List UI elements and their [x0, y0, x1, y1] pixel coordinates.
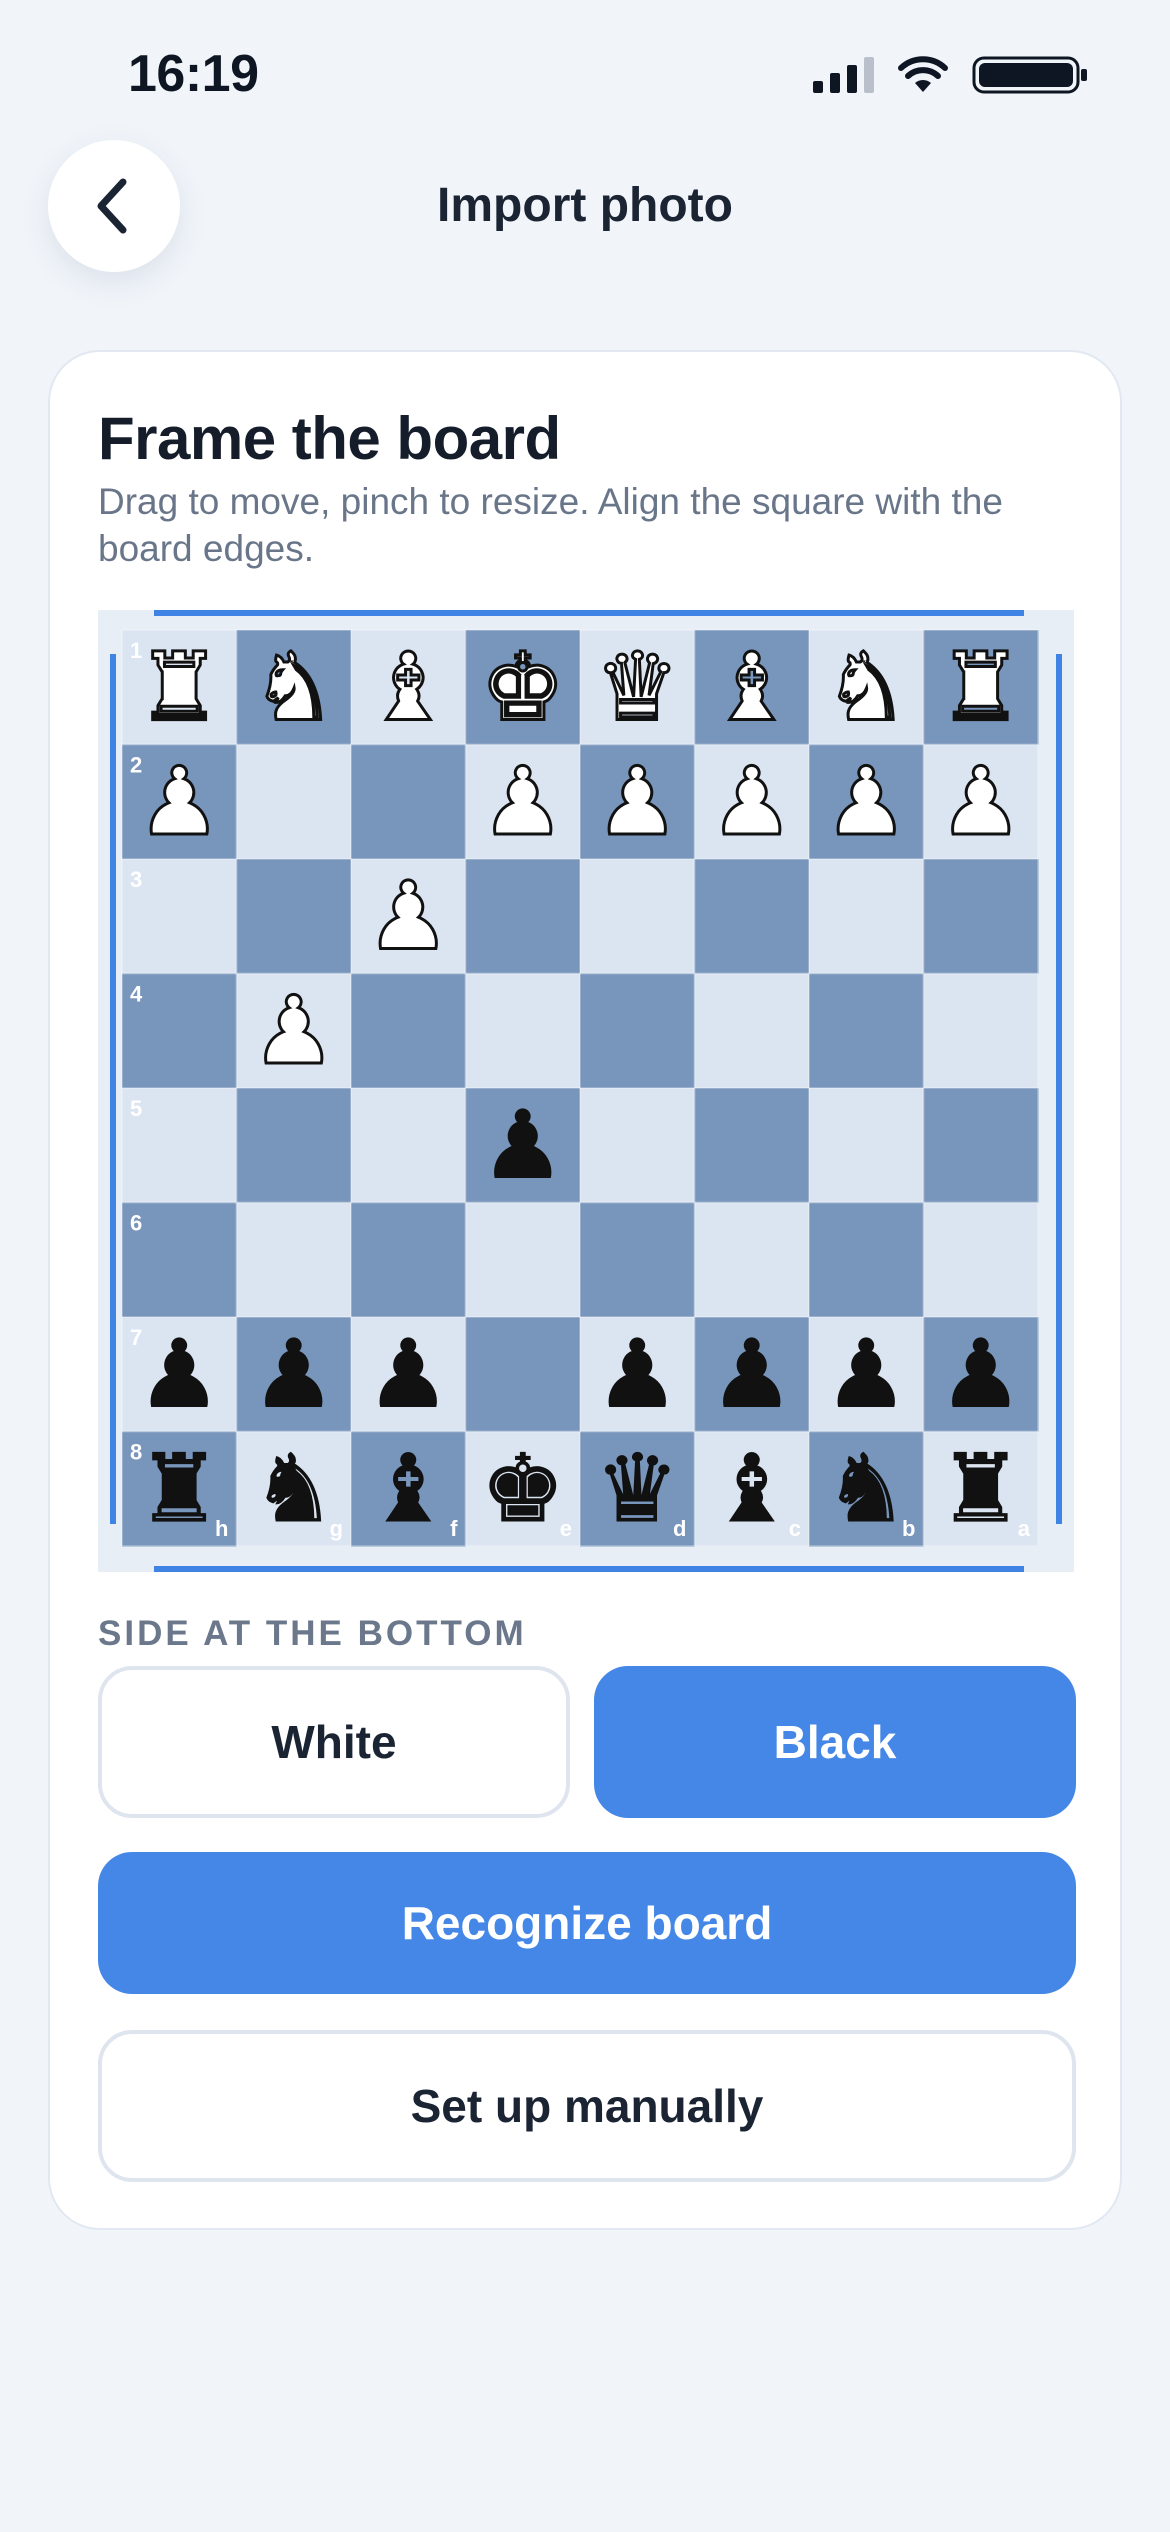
white-pawn-icon: ♟: [824, 748, 908, 857]
file-label: b: [902, 1516, 915, 1541]
crop-edge-left[interactable]: [110, 654, 116, 1524]
white-pawn-icon: ♟: [137, 748, 221, 857]
board-crop-area[interactable]: ♜ ♞ ♝ ♚ ♛ ♝ ♞ ♜ ♟ ♟ ♟ ♟ ♟ ♟ ♟ ♟ ♟ ♟ ♟ ♟ ♟ ♟ ♟ ♟ ♜ ♞ ♝ ♚ ♛ ♝ ♞ ♜ 1234567…: [98, 610, 1074, 1572]
rank-label: 1: [130, 638, 142, 663]
black-pawn-icon: ♟: [710, 1320, 794, 1429]
board-square: [923, 973, 1039, 1089]
black-knight-icon: ♞: [252, 1435, 336, 1544]
board-photo[interactable]: ♜ ♞ ♝ ♚ ♛ ♝ ♞ ♜♟ ♟ ♟ ♟ ♟ ♟♟♟♟♟ ♟ ♟ ♟ ♟ ♟ ♟♜ ♞ ♝ ♚ ♛ ♝ ♞ ♜ 1234567…: [98, 610, 1074, 1572]
board-square: [694, 973, 810, 1089]
white-pawn-icon: ♟: [595, 748, 679, 857]
side-black-button[interactable]: Black: [594, 1666, 1076, 1818]
recognize-board-button[interactable]: Recognize board: [98, 1852, 1076, 1994]
status-icons: [813, 56, 1090, 94]
crop-edge-right[interactable]: [1056, 654, 1062, 1524]
wifi-icon: [898, 56, 948, 92]
setup-manually-button[interactable]: Set up manually: [98, 2030, 1076, 2182]
white-pawn-icon: ♟: [710, 748, 794, 857]
board-square: [351, 1088, 467, 1204]
black-bishop-icon: ♝: [366, 1435, 450, 1544]
black-bishop-icon: ♝: [710, 1435, 794, 1544]
board-square: [465, 1317, 581, 1433]
crop-edge-top[interactable]: [154, 610, 1024, 616]
board-square: [465, 859, 581, 975]
file-label: a: [1018, 1516, 1031, 1541]
white-pawn-icon: ♟: [252, 977, 336, 1086]
frame-card: Frame the board Drag to move, pinch to r…: [48, 350, 1122, 2230]
file-label: d: [673, 1516, 686, 1541]
white-knight-icon: ♞: [252, 633, 336, 742]
white-pawn-icon: ♟: [366, 862, 450, 971]
white-queen-icon: ♛: [595, 633, 679, 742]
white-bishop-icon: ♝: [366, 633, 450, 742]
card-title: Frame the board: [98, 405, 561, 472]
white-pawn-icon: ♟: [939, 748, 1023, 857]
cellular-signal-icon: [813, 57, 874, 93]
board-square: [923, 1202, 1039, 1318]
board-square: [236, 1202, 352, 1318]
board-square: [809, 1088, 925, 1204]
black-pawn-icon: ♟: [252, 1320, 336, 1429]
side-selector-label: SIDE AT THE BOTTOM: [98, 1614, 527, 1653]
board-square: [351, 973, 467, 1089]
rank-label: 2: [130, 753, 142, 778]
rank-label: 7: [130, 1325, 142, 1350]
file-label: f: [450, 1516, 458, 1541]
board-square: [694, 1202, 810, 1318]
white-pawn-icon: ♟: [481, 748, 565, 857]
black-king-icon: ♚: [481, 1435, 565, 1544]
file-label: e: [560, 1516, 572, 1541]
status-time: 16:19: [128, 45, 259, 103]
page-title: Import photo: [437, 179, 733, 232]
black-rook-icon: ♜: [137, 1435, 221, 1544]
file-label: g: [330, 1516, 343, 1541]
white-king-icon: ♚: [481, 633, 565, 742]
board-square: [580, 859, 696, 975]
board-square: [694, 1088, 810, 1204]
board-square: [580, 1202, 696, 1318]
board-square: [236, 859, 352, 975]
battery-icon: [972, 56, 1087, 94]
rank-label: 6: [130, 1211, 142, 1236]
board-square: [923, 1088, 1039, 1204]
board-square: [809, 1202, 925, 1318]
file-label: c: [789, 1516, 801, 1541]
board-square: [694, 859, 810, 975]
board-square: [580, 1088, 696, 1204]
board-square: [580, 973, 696, 1089]
black-queen-icon: ♛: [595, 1435, 679, 1544]
white-rook-icon: ♜: [137, 633, 221, 742]
card-subtitle: Drag to move, pinch to resize. Align the…: [98, 481, 1003, 569]
side-white-button[interactable]: White: [98, 1666, 570, 1818]
black-pawn-icon: ♟: [366, 1320, 450, 1429]
black-pawn-icon: ♟: [939, 1320, 1023, 1429]
file-label: h: [215, 1516, 228, 1541]
black-pawn-icon: ♟: [137, 1320, 221, 1429]
board-square: [236, 1088, 352, 1204]
black-pawn-icon: ♟: [595, 1320, 679, 1429]
board-square: [351, 1202, 467, 1318]
board-square: [809, 973, 925, 1089]
white-bishop-icon: ♝: [710, 633, 794, 742]
black-pawn-icon: ♟: [824, 1320, 908, 1429]
board-square: [923, 859, 1039, 975]
white-rook-icon: ♜: [939, 633, 1023, 742]
board-square: [236, 744, 352, 860]
board-square: [465, 1202, 581, 1318]
header: Import photo: [0, 140, 1170, 280]
board-square: [465, 973, 581, 1089]
rank-label: 3: [130, 867, 142, 892]
black-knight-icon: ♞: [824, 1435, 908, 1544]
board-square: [351, 744, 467, 860]
white-knight-icon: ♞: [824, 633, 908, 742]
crop-edge-bottom[interactable]: [154, 1566, 1024, 1572]
rank-label: 8: [130, 1440, 142, 1465]
rank-label: 4: [130, 982, 143, 1007]
black-rook-icon: ♜: [939, 1435, 1023, 1544]
black-pawn-icon: ♟: [481, 1091, 565, 1200]
rank-label: 5: [130, 1096, 142, 1121]
board-square: [809, 859, 925, 975]
status-bar: 16:19: [0, 0, 1170, 150]
